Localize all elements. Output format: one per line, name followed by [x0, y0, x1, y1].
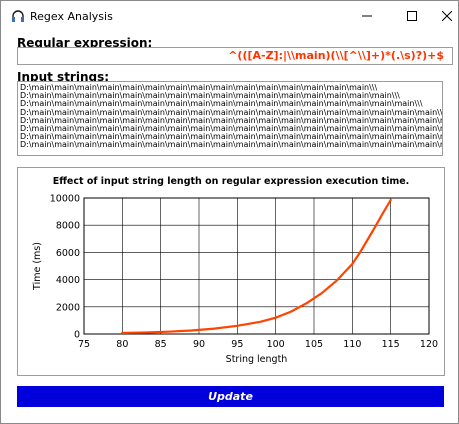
close-button[interactable] [424, 1, 458, 31]
y-tick-label: 2000 [56, 302, 80, 313]
x-tick-label: 110 [343, 339, 361, 350]
y-axis-label: Time (ms) [32, 242, 43, 291]
regex-input[interactable]: ^(([A-Z]:|\\main)(\\[^\\]+)*(.\s)?)+$ [17, 47, 453, 65]
x-tick-label: 75 [78, 339, 90, 350]
chart-title: Effect of input string length on regular… [53, 176, 410, 187]
x-tick-label: 95 [231, 339, 243, 350]
update-button[interactable]: Update [17, 386, 444, 407]
input-string-line: D:\main\main\main\main\main\main\main\ma… [20, 140, 442, 150]
y-tick-label: 0 [74, 330, 80, 341]
x-tick-label: 90 [193, 339, 205, 350]
title-bar[interactable]: Regex Analysis [1, 1, 458, 31]
y-tick-label: 4000 [56, 275, 80, 286]
minimize-button[interactable] [344, 1, 390, 31]
regex-analysis-window: Regex Analysis Regular expression: ^(([A… [0, 0, 459, 424]
y-tick-label: 8000 [56, 221, 80, 232]
y-tick-label: 10000 [50, 194, 80, 205]
headphones-icon [12, 10, 24, 22]
y-tick-label: 6000 [56, 248, 80, 259]
chart-panel: Effect of input string length on regular… [17, 167, 445, 376]
plot-area [83, 197, 430, 335]
maximize-icon [407, 11, 417, 21]
x-tick-label: 80 [116, 339, 128, 350]
x-tick-label: 120 [420, 339, 438, 350]
x-tick-label: 85 [155, 339, 167, 350]
input-strings-textarea[interactable]: D:\main\main\main\main\main\main\main\ma… [17, 81, 443, 156]
x-tick-label: 105 [305, 339, 323, 350]
execution-time-chart: Effect of input string length on regular… [32, 176, 438, 365]
x-axis-label: String length [226, 354, 288, 365]
window-title: Regex Analysis [30, 10, 113, 23]
x-tick-label: 115 [382, 339, 400, 350]
x-tick-label: 100 [267, 339, 285, 350]
minimize-icon [362, 15, 372, 17]
close-icon [442, 11, 452, 21]
